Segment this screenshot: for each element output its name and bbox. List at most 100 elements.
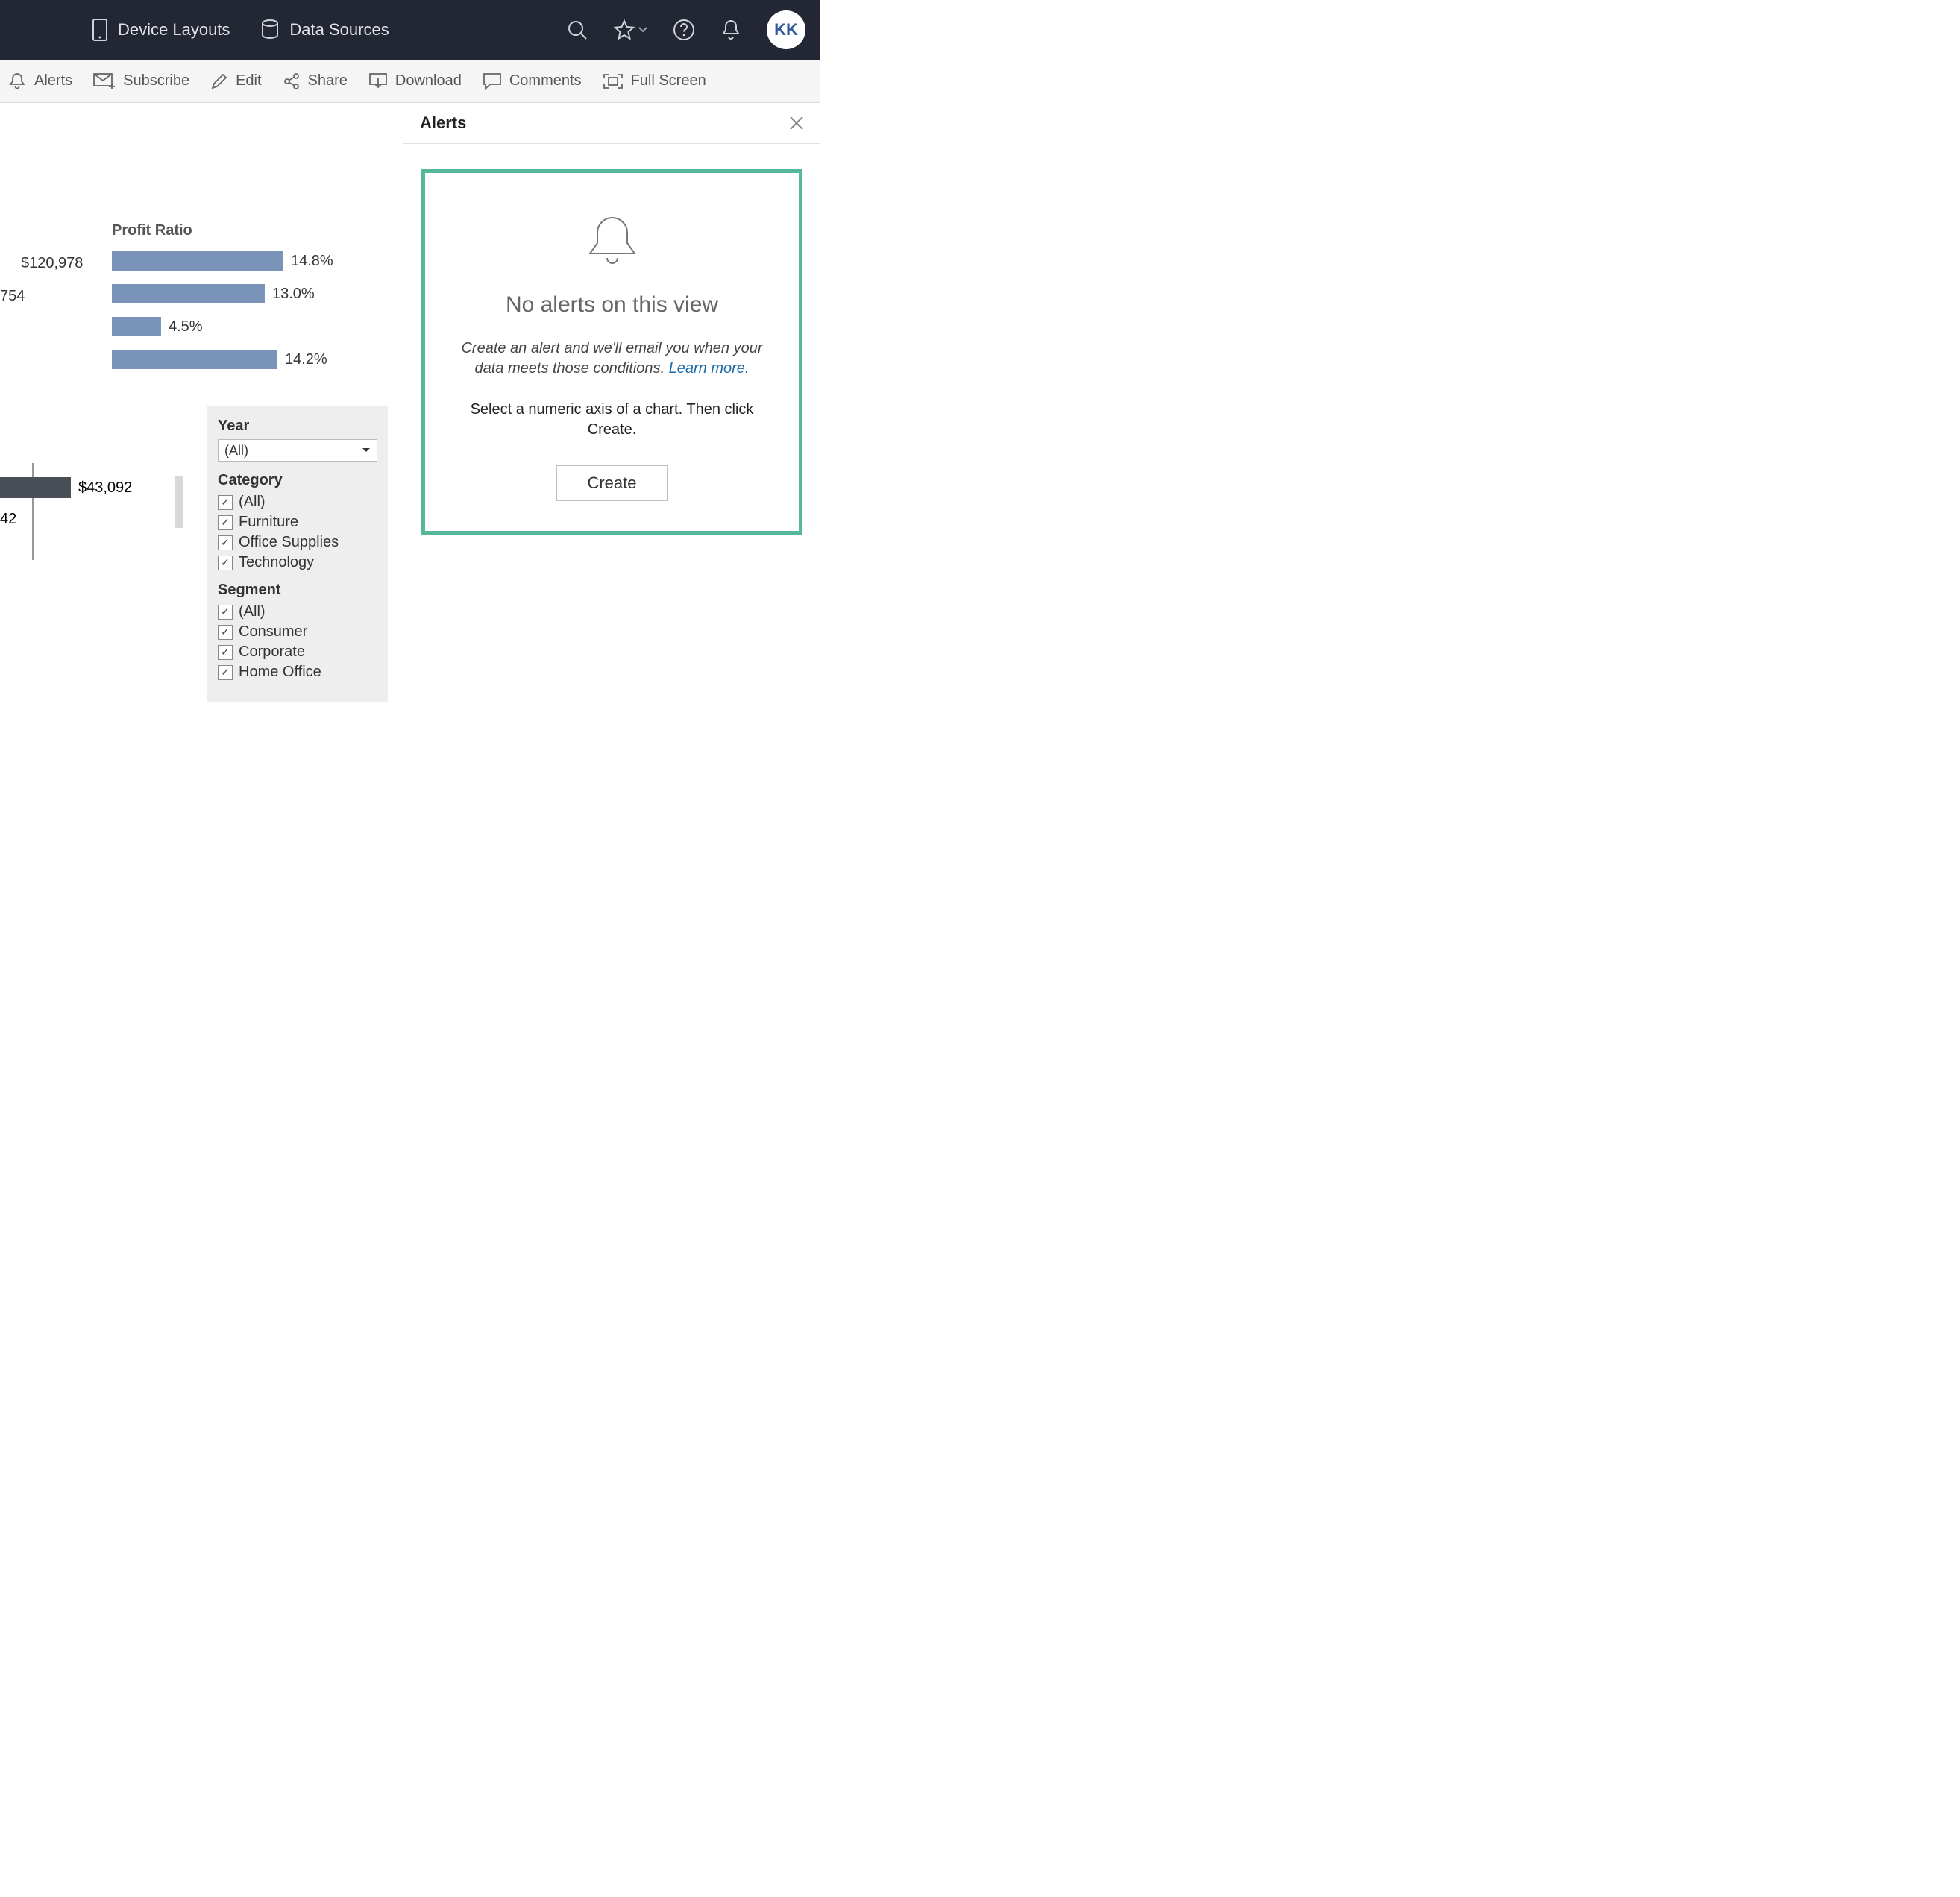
bar[interactable] xyxy=(112,317,161,336)
year-select[interactable]: (All) xyxy=(218,439,377,462)
option-label: (All) xyxy=(239,603,266,620)
option-label: (All) xyxy=(239,494,266,511)
share-icon xyxy=(283,72,301,90)
alerts-panel-title: Alerts xyxy=(420,113,466,133)
bar-label: 14.2% xyxy=(285,351,327,368)
bar[interactable] xyxy=(112,284,265,303)
main-split: Profit Ratio $120,978 754 14.8% 13.0% 4.… xyxy=(0,103,820,793)
chevron-down-icon xyxy=(638,27,647,33)
scrollbar-thumb[interactable] xyxy=(175,476,183,528)
dashboard-area: Profit Ratio $120,978 754 14.8% 13.0% 4.… xyxy=(0,103,403,793)
option-label: Corporate xyxy=(239,644,305,661)
option-label: Technology xyxy=(239,554,314,571)
category-option[interactable]: ✓ (All) xyxy=(218,494,377,511)
segment-option[interactable]: ✓ Home Office xyxy=(218,664,377,681)
checkbox-icon: ✓ xyxy=(218,556,233,570)
comments-button[interactable]: Comments xyxy=(483,72,582,90)
share-label: Share xyxy=(308,72,348,89)
fullscreen-icon xyxy=(603,73,624,89)
close-icon[interactable] xyxy=(789,116,804,130)
bar[interactable] xyxy=(112,251,283,271)
edit-button[interactable]: Edit xyxy=(210,72,261,90)
no-alerts-heading: No alerts on this view xyxy=(449,292,775,318)
edit-label: Edit xyxy=(236,72,261,89)
filter-card: Year (All) Category ✓ (All) ✓ Furniture ✓ O… xyxy=(207,406,388,702)
download-label: Download xyxy=(395,72,462,89)
filter-label-category: Category xyxy=(218,472,377,489)
chart-title: Profit Ratio xyxy=(112,222,192,239)
subscribe-label: Subscribe xyxy=(123,72,189,89)
data-sources-button[interactable]: Data Sources xyxy=(261,19,389,40)
option-label: Office Supplies xyxy=(239,534,339,551)
comments-label: Comments xyxy=(509,72,582,89)
top-nav: Device Layouts Data Sources KK xyxy=(0,0,820,60)
option-label: Furniture xyxy=(239,514,298,531)
category-option[interactable]: ✓ Technology xyxy=(218,554,377,571)
share-button[interactable]: Share xyxy=(283,72,348,90)
pencil-icon xyxy=(210,72,228,90)
option-label: Home Office xyxy=(239,664,321,681)
alerts-empty-state: No alerts on this view Create an alert a… xyxy=(421,169,802,535)
filter-label-year: Year xyxy=(218,418,377,435)
device-layouts-button[interactable]: Device Layouts xyxy=(92,19,230,41)
comment-icon xyxy=(483,72,502,90)
checkbox-icon: ✓ xyxy=(218,515,233,530)
alerts-label: Alerts xyxy=(34,72,72,89)
bar-row: 4.5% xyxy=(0,314,403,339)
segment-option[interactable]: ✓ (All) xyxy=(218,603,377,620)
data-sources-label: Data Sources xyxy=(289,20,389,40)
fullscreen-button[interactable]: Full Screen xyxy=(603,72,706,89)
bell-icon xyxy=(7,72,27,91)
category-option[interactable]: ✓ Furniture xyxy=(218,514,377,531)
bar-label: 13.0% xyxy=(272,286,315,303)
bar-label: 42 xyxy=(0,511,16,528)
alerts-panel: Alerts No alerts on this view Create an … xyxy=(403,103,820,793)
envelope-plus-icon xyxy=(93,73,116,89)
user-avatar[interactable]: KK xyxy=(767,10,805,49)
checkbox-icon: ✓ xyxy=(218,665,233,680)
device-icon xyxy=(92,19,107,41)
download-button[interactable]: Download xyxy=(368,72,462,90)
database-icon xyxy=(261,19,279,40)
category-option[interactable]: ✓ Office Supplies xyxy=(218,534,377,551)
notifications-icon[interactable] xyxy=(720,19,741,41)
bar-row: 14.8% xyxy=(0,248,403,274)
search-icon[interactable] xyxy=(567,19,588,40)
favorite-button[interactable] xyxy=(613,19,647,41)
avatar-initials: KK xyxy=(774,20,798,40)
download-icon xyxy=(368,72,388,90)
view-toolbar: Alerts Subscribe Edit Share Download Com… xyxy=(0,60,820,103)
star-icon xyxy=(613,19,635,41)
help-icon[interactable] xyxy=(673,19,695,41)
bar-label: 4.5% xyxy=(169,318,203,336)
checkbox-icon: ✓ xyxy=(218,495,233,510)
bell-large-icon xyxy=(449,209,775,276)
bar-row: 14.2% xyxy=(0,347,403,372)
checkbox-icon: ✓ xyxy=(218,605,233,620)
secondary-bars[interactable]: $43,092 42 xyxy=(0,476,132,531)
fullscreen-label: Full Screen xyxy=(631,72,706,89)
alerts-button[interactable]: Alerts xyxy=(7,72,72,91)
alerts-panel-header: Alerts xyxy=(403,103,820,144)
filter-label-segment: Segment xyxy=(218,582,377,599)
segment-option[interactable]: ✓ Corporate xyxy=(218,644,377,661)
option-label: Consumer xyxy=(239,623,307,641)
checkbox-icon: ✓ xyxy=(218,645,233,660)
bar-label: $43,092 xyxy=(78,479,132,497)
segment-option[interactable]: ✓ Consumer xyxy=(218,623,377,641)
bar-row: 13.0% xyxy=(0,281,403,306)
bar-label: 14.8% xyxy=(291,253,333,270)
checkbox-icon: ✓ xyxy=(218,625,233,640)
chevron-down-icon xyxy=(362,447,371,453)
year-selected: (All) xyxy=(224,443,248,459)
checkbox-icon: ✓ xyxy=(218,535,233,550)
create-alert-button[interactable]: Create xyxy=(556,465,667,501)
subscribe-button[interactable]: Subscribe xyxy=(93,72,189,89)
bar[interactable] xyxy=(112,350,277,369)
learn-more-link[interactable]: Learn more. xyxy=(669,360,750,377)
bar[interactable] xyxy=(0,477,71,498)
alerts-blurb: Create an alert and we'll email you when… xyxy=(449,339,775,379)
device-layouts-label: Device Layouts xyxy=(118,20,230,40)
alerts-instruction: Select a numeric axis of a chart. Then c… xyxy=(449,400,775,440)
profit-ratio-bars[interactable]: 14.8% 13.0% 4.5% 14.2% xyxy=(0,248,403,380)
